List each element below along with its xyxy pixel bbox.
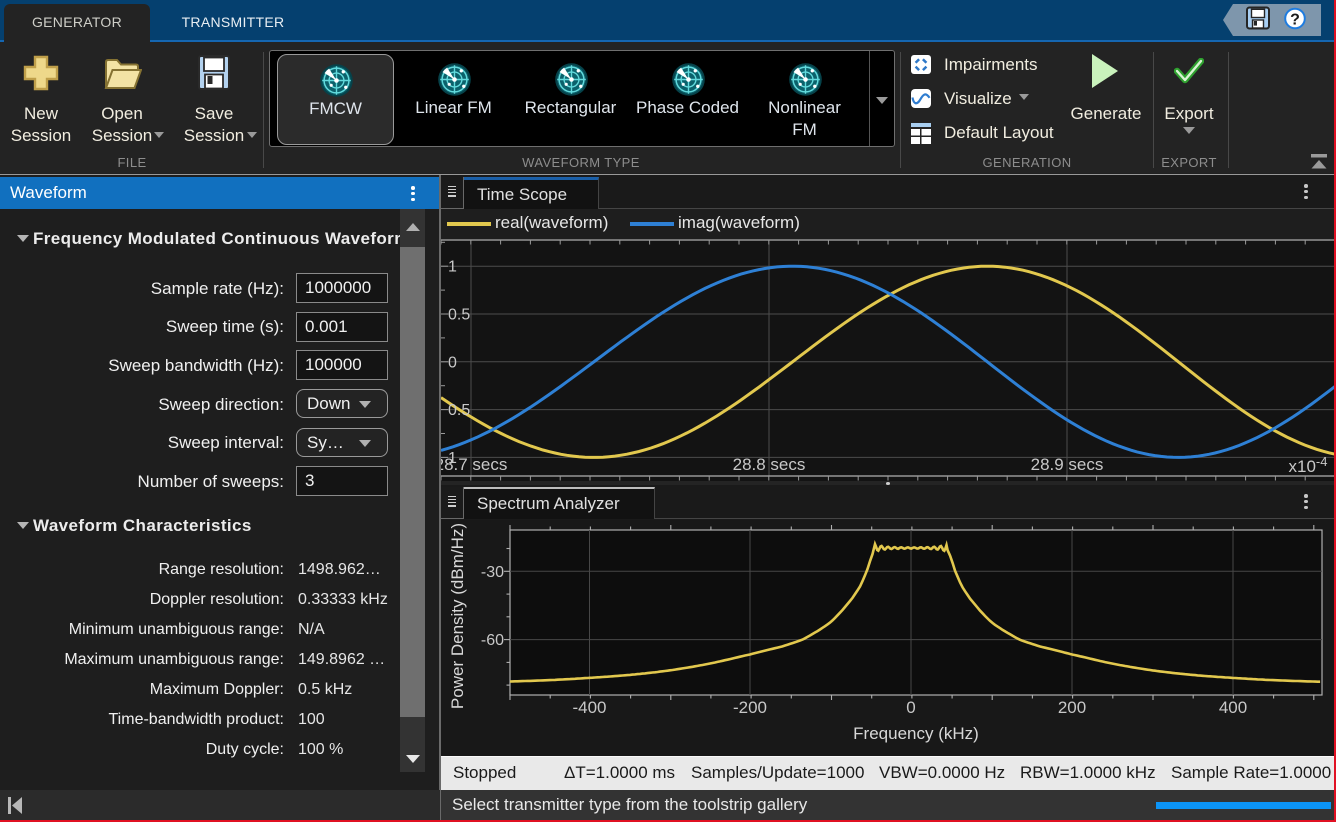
- svg-text:-200: -200: [733, 698, 767, 717]
- svg-text:Power Density (dBm/Hz): Power Density (dBm/Hz): [448, 523, 467, 709]
- svg-text:28.7 secs: 28.7 secs: [441, 455, 507, 474]
- svg-text:28.9 secs: 28.9 secs: [1031, 455, 1104, 474]
- svg-text:0: 0: [448, 354, 457, 371]
- svg-text:200: 200: [1058, 698, 1086, 717]
- svg-text:-60: -60: [481, 632, 504, 649]
- svg-text:0.5: 0.5: [448, 402, 470, 419]
- svg-text:1: 1: [448, 259, 457, 276]
- svg-text:?: ?: [1290, 12, 1300, 29]
- svg-text:Frequency (kHz): Frequency (kHz): [853, 724, 979, 743]
- svg-text:0.5: 0.5: [448, 307, 470, 324]
- svg-text:0: 0: [906, 698, 915, 717]
- svg-text:-400: -400: [572, 698, 606, 717]
- svg-text:-30: -30: [481, 564, 504, 581]
- svg-text:400: 400: [1219, 698, 1247, 717]
- svg-text:28.8 secs: 28.8 secs: [733, 455, 806, 474]
